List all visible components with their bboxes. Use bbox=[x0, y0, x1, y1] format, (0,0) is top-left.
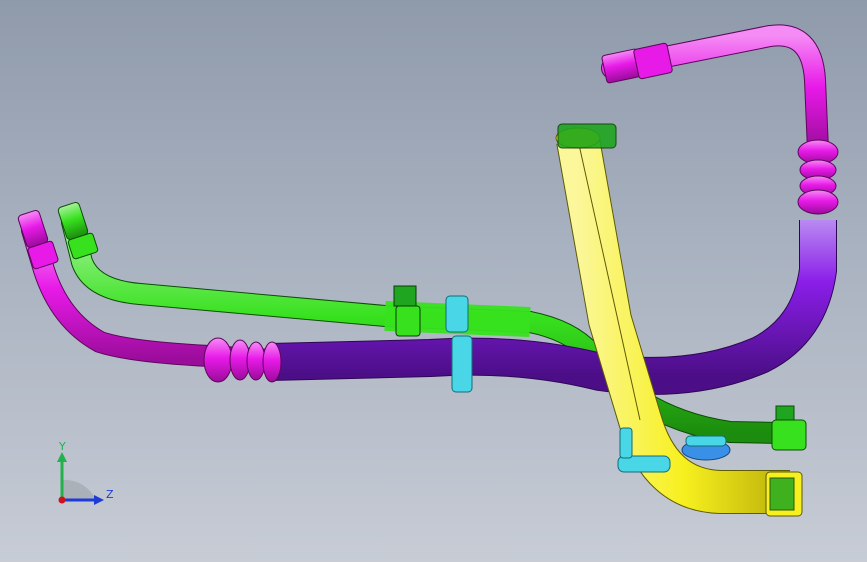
axis-triad: Y Z bbox=[57, 440, 114, 505]
y-axis-arrowhead bbox=[57, 452, 67, 462]
hose-assembly-model[interactable]: Y Z bbox=[0, 0, 867, 562]
purple-hose[interactable] bbox=[269, 220, 837, 395]
blue-clip-lower[interactable] bbox=[681, 435, 731, 461]
green-hose[interactable] bbox=[57, 201, 807, 451]
origin-dot bbox=[58, 496, 66, 504]
yellow-end-clip[interactable] bbox=[769, 477, 795, 511]
z-axis-label: Z bbox=[106, 488, 114, 501]
cad-viewport[interactable]: Y Z bbox=[0, 0, 867, 562]
yellow-hose[interactable] bbox=[555, 123, 803, 517]
green-end-clip[interactable] bbox=[775, 405, 795, 421]
y-axis-label: Y bbox=[58, 440, 66, 453]
green-clip-mid[interactable] bbox=[393, 285, 421, 337]
magenta-nut-top[interactable] bbox=[633, 42, 673, 80]
magenta-coupling[interactable] bbox=[203, 337, 282, 383]
magenta-vertical-coupling[interactable] bbox=[797, 139, 839, 215]
yellow-top-clip[interactable] bbox=[557, 123, 617, 149]
green-end-connector[interactable] bbox=[771, 419, 807, 451]
triad-quadrant bbox=[62, 479, 96, 500]
z-axis-arrowhead bbox=[94, 495, 104, 505]
